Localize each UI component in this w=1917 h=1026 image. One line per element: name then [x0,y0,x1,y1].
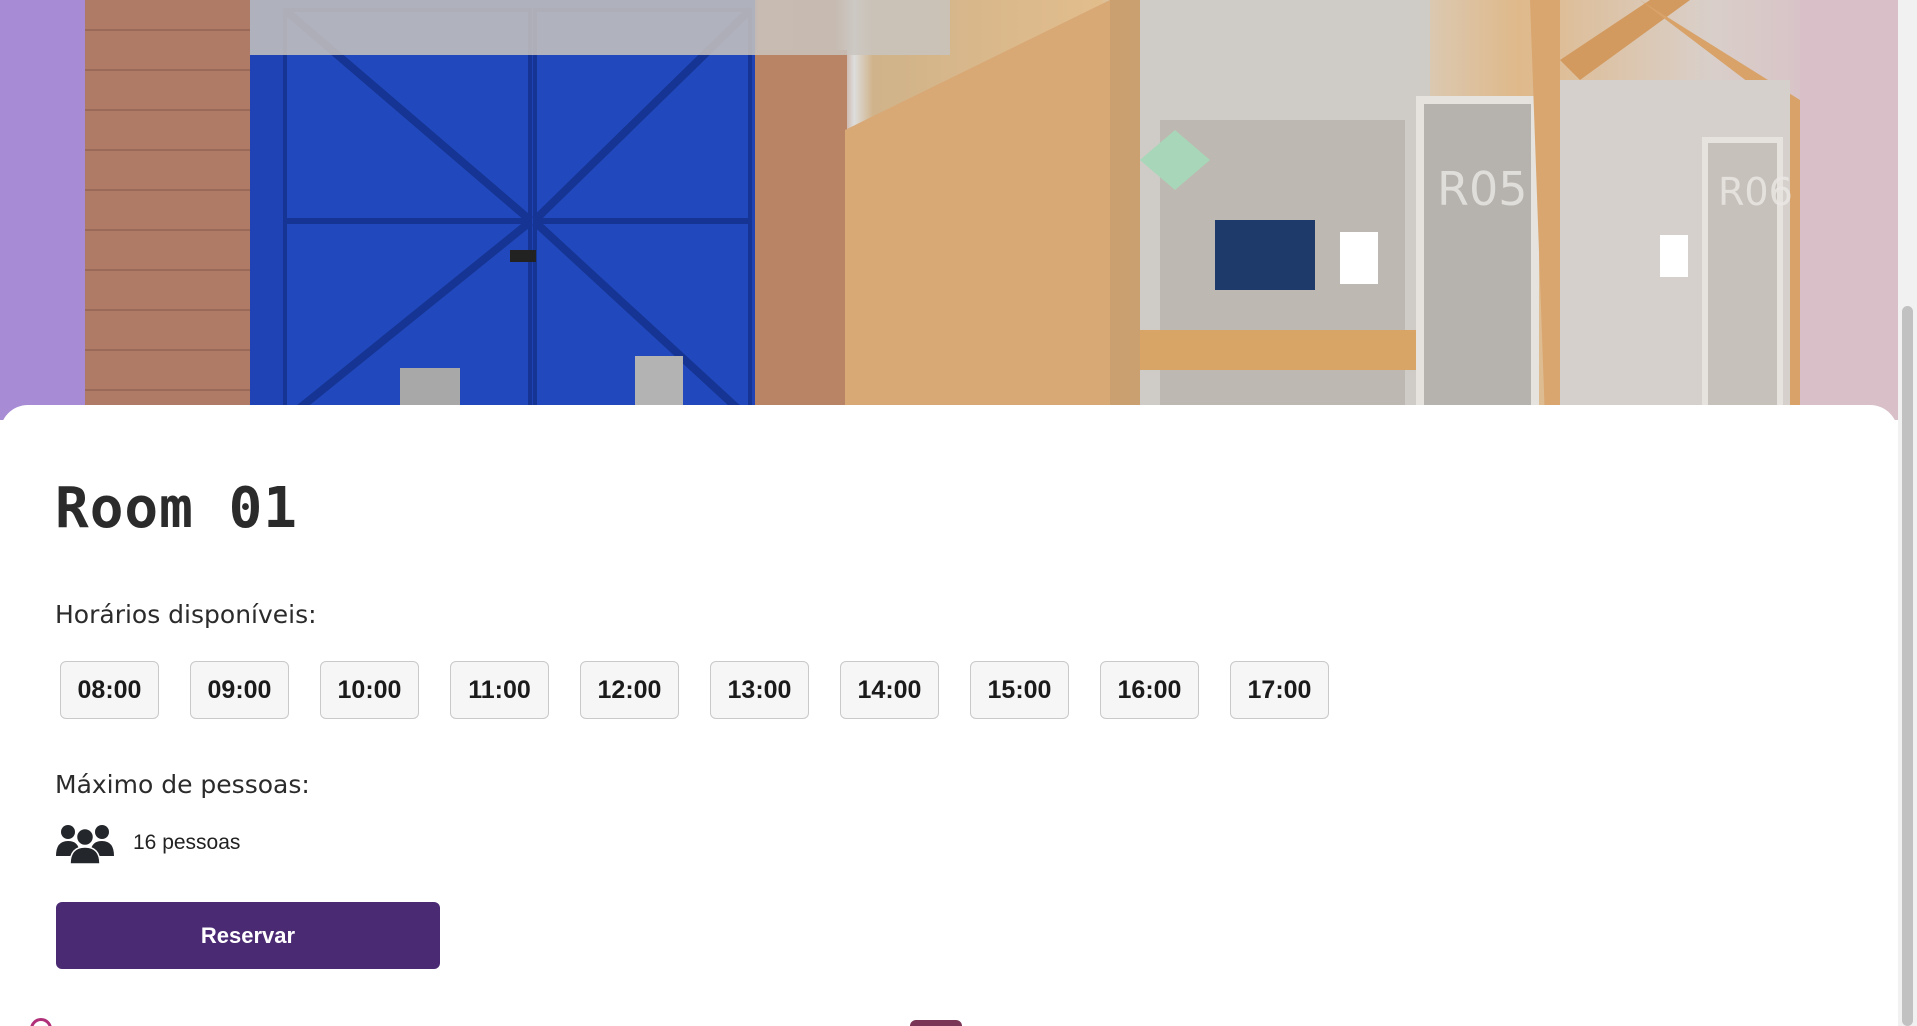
time-slot-button[interactable]: 14:00 [840,661,939,719]
time-slot-button[interactable]: 11:00 [450,661,549,719]
time-slot-button[interactable]: 12:00 [580,661,679,719]
reserve-button[interactable]: Reservar [56,902,440,969]
time-slot-button[interactable]: 16:00 [1100,661,1199,719]
room-title: Room 01 [55,476,299,541]
time-slot-button[interactable]: 08:00 [60,661,159,719]
svg-text:R05: R05 [1437,162,1528,216]
hero-photo-illustration: R05 R06 [0,0,1898,420]
room-hero-image: R05 R06 [0,0,1898,420]
time-slot-button[interactable]: 13:00 [710,661,809,719]
time-slot-button[interactable]: 17:00 [1230,661,1329,719]
available-times-label: Horários disponíveis: [55,600,317,629]
people-group-icon [56,825,114,864]
capacity-value: 16 pessoas [133,831,241,854]
max-people-label: Máximo de pessoas: [55,770,310,799]
time-slot-button[interactable]: 15:00 [970,661,1069,719]
page-scrollbar-thumb[interactable] [1902,306,1913,1026]
svg-text:R06: R06 [1718,170,1793,214]
page-scrollbar-track[interactable] [1898,0,1917,1026]
time-slot-list: 08:00 09:00 10:00 11:00 12:00 13:00 14:00 15:00… [60,661,1329,719]
time-slot-button[interactable]: 09:00 [190,661,289,719]
time-slot-button[interactable]: 10:00 [320,661,419,719]
capacity-info: 16 pessoas [55,822,240,864]
footer-peek-shape [910,1020,962,1026]
